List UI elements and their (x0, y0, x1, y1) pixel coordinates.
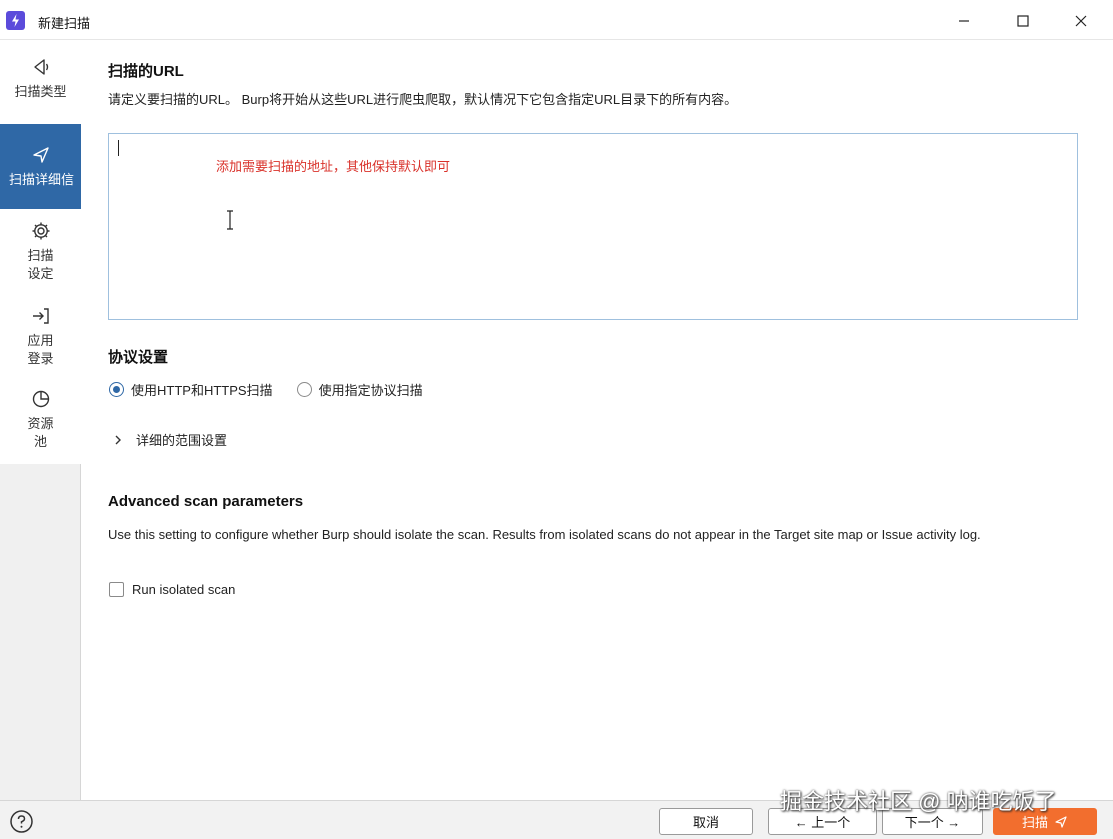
resource-pool-icon (32, 390, 49, 408)
cancel-button[interactable]: 取消 (659, 808, 753, 835)
radio-specific-protocol[interactable] (296, 382, 312, 397)
main-content: 扫描的URL 请定义要扫描的URL。 Burp将开始从这些URL进行爬虫爬取，默… (82, 40, 1113, 800)
scan-details-icon (32, 147, 49, 163)
radio-label-specific-protocol[interactable]: 使用指定协议扫描 (319, 380, 423, 399)
help-icon[interactable] (9, 809, 34, 834)
sidebar-item-label: 资源 池 (27, 416, 54, 449)
maximize-button[interactable] (1000, 6, 1046, 36)
close-icon (1075, 15, 1087, 27)
chevron-right-icon (115, 435, 121, 444)
gear-icon (32, 222, 49, 240)
scope-settings-label: 详细的范围设置 (136, 433, 228, 448)
section-title-urls: 扫描的URL (108, 63, 184, 80)
sidebar-item-app-login[interactable]: 应用 登录 (0, 305, 81, 375)
urls-textarea[interactable]: 添加需要扫描的地址，其他保持默认即可 (108, 133, 1078, 320)
urls-description: 请定义要扫描的URL。 Burp将开始从这些URL进行爬虫爬取，默认情况下它包含… (108, 92, 738, 107)
scan-type-icon (33, 59, 48, 75)
sidebar-item-resource-pool[interactable]: 资源 池 (0, 388, 81, 458)
section-title-protocol: 协议设置 (108, 349, 169, 366)
isolated-scan-label[interactable]: Run isolated scan (132, 582, 235, 597)
scope-settings-expander[interactable]: 详细的范围设置 (112, 430, 227, 449)
protocol-options: 使用HTTP和HTTPS扫描 使用指定协议扫描 (109, 380, 447, 399)
radio-label-http-https[interactable]: 使用HTTP和HTTPS扫描 (131, 380, 273, 399)
close-button[interactable] (1058, 6, 1104, 36)
maximize-icon (1017, 15, 1029, 27)
login-icon (32, 308, 49, 324)
minimize-button[interactable] (941, 6, 987, 36)
isolated-scan-checkbox[interactable] (109, 582, 124, 597)
sidebar-nav: 扫描类型 扫描详细信 扫描 设定 应用 登录 资源 池 (0, 40, 81, 464)
ibeam-cursor-icon (227, 210, 233, 230)
minimize-icon (959, 20, 969, 22)
sidebar-item-scan-settings[interactable]: 扫描 设定 (0, 220, 81, 290)
sidebar-item-label: 应用 登录 (27, 333, 54, 366)
send-icon (1055, 815, 1067, 828)
watermark-text: 掘金技术社区 @ 呐谁吃饭了 (780, 789, 1057, 814)
sidebar-item-scan-details[interactable]: 扫描详细信 (0, 124, 81, 209)
sidebar-item-label: 扫描类型 (14, 84, 67, 99)
annotation-note: 添加需要扫描的地址，其他保持默认即可 (216, 159, 451, 174)
window-title: 新建扫描 (38, 16, 91, 31)
radio-http-https[interactable] (109, 382, 124, 397)
sidebar: 扫描类型 扫描详细信 扫描 设定 应用 登录 资源 池 (0, 40, 81, 800)
sidebar-item-scan-type[interactable]: 扫描类型 (0, 56, 81, 126)
isolated-scan-option: Run isolated scan (109, 582, 235, 597)
app-lightning-icon (6, 11, 25, 30)
sidebar-item-label: 扫描详细信 (9, 172, 75, 187)
advanced-description: Use this setting to configure whether Bu… (108, 527, 981, 542)
title-bar: 新建扫描 (0, 0, 1113, 40)
text-caret (118, 140, 119, 156)
section-title-advanced: Advanced scan parameters (108, 493, 304, 510)
sidebar-item-label: 扫描 设定 (27, 248, 54, 281)
